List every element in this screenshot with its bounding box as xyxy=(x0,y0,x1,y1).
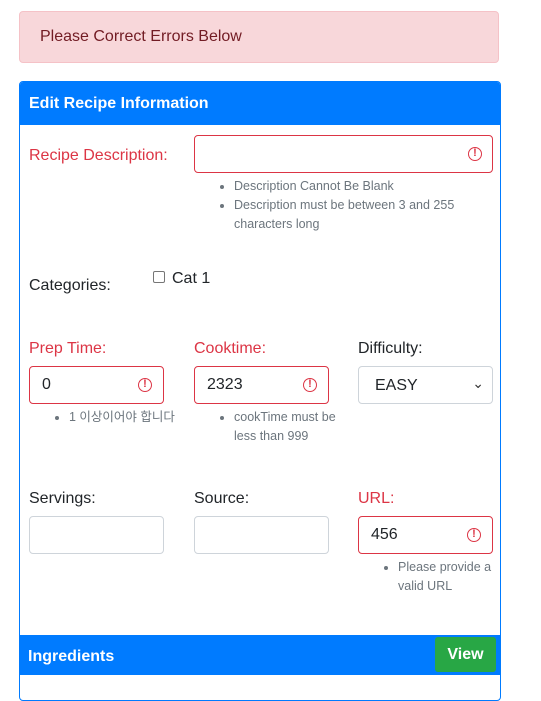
description-input[interactable]: ! xyxy=(194,135,493,173)
description-errors: Description Cannot Be Blank Description … xyxy=(216,177,500,234)
servings-label: Servings: xyxy=(29,490,96,507)
error-alert: Please Correct Errors Below xyxy=(19,11,499,63)
exclamation-circle-icon: ! xyxy=(303,378,317,392)
prep-time-error: 1 이상이어야 합니다 xyxy=(69,408,181,427)
ingredients-header: Ingredients View xyxy=(19,635,501,675)
url-input[interactable]: 456 ! xyxy=(358,516,493,554)
edit-recipe-card: Edit Recipe Information Recipe Descripti… xyxy=(19,81,501,701)
source-label: Source: xyxy=(194,490,250,507)
categories-label: Categories: xyxy=(29,277,111,294)
difficulty-value: EASY xyxy=(375,377,418,394)
url-label: URL: xyxy=(358,490,395,507)
view-ingredients-button[interactable]: View xyxy=(435,637,496,672)
exclamation-circle-icon: ! xyxy=(138,378,152,392)
url-value: 456 xyxy=(371,526,398,543)
source-input[interactable] xyxy=(194,516,329,554)
servings-input[interactable] xyxy=(29,516,164,554)
view-button-label: View xyxy=(447,646,484,663)
cook-time-value: 2323 xyxy=(207,376,243,393)
card-header: Edit Recipe Information xyxy=(20,82,500,125)
difficulty-label: Difficulty: xyxy=(358,340,423,357)
exclamation-circle-icon: ! xyxy=(468,147,482,161)
cook-time-input[interactable]: 2323 ! xyxy=(194,366,329,404)
ingredients-title: Ingredients xyxy=(28,648,115,665)
cook-time-errors: cookTime must be less than 999 xyxy=(216,408,346,446)
error-alert-text: Please Correct Errors Below xyxy=(40,28,242,45)
url-errors: Please provide a valid URL xyxy=(380,558,500,596)
prep-time-label: Prep Time: xyxy=(29,340,107,357)
prep-time-input[interactable]: 0 ! xyxy=(29,366,164,404)
prep-time-errors: 1 이상이어야 합니다 xyxy=(51,408,181,427)
category-checkbox[interactable] xyxy=(153,271,165,283)
chevron-down-icon: ⌄ xyxy=(472,375,484,391)
card-title: Edit Recipe Information xyxy=(29,95,209,112)
description-error: Description Cannot Be Blank xyxy=(234,177,500,196)
exclamation-circle-icon: ! xyxy=(467,528,481,542)
category-checkbox-label: Cat 1 xyxy=(172,270,211,287)
url-error: Please provide a valid URL xyxy=(398,558,500,596)
difficulty-select[interactable]: EASY ⌄ xyxy=(358,366,493,404)
cook-time-error: cookTime must be less than 999 xyxy=(234,408,346,446)
cook-time-label: Cooktime: xyxy=(194,340,267,357)
prep-time-value: 0 xyxy=(42,376,51,393)
description-label: Recipe Description: xyxy=(29,147,168,164)
description-error: Description must be between 3 and 255 ch… xyxy=(234,196,500,234)
